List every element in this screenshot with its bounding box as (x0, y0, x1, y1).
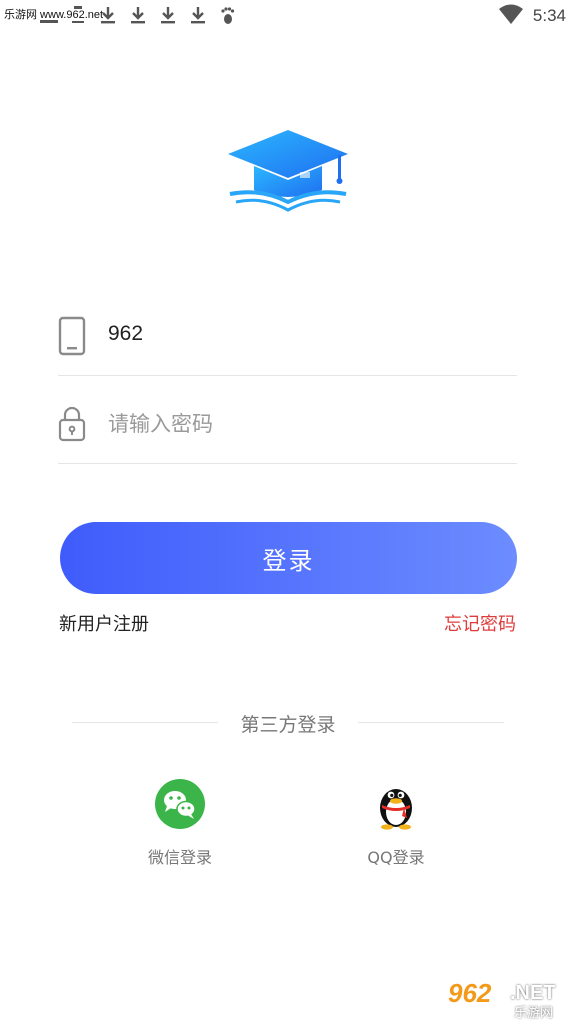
footprint-icon (220, 6, 236, 26)
graduation-cap-icon (228, 130, 348, 212)
qq-login-label: QQ登录 (367, 848, 425, 867)
phone-field[interactable]: 962 (58, 296, 517, 376)
wifi-icon (498, 4, 523, 28)
notification-bar-icon (40, 6, 58, 26)
notification-icons (40, 6, 236, 26)
phone-value[interactable]: 962 (108, 322, 143, 346)
qq-login-button[interactable]: QQ登录 (336, 778, 456, 868)
login-button[interactable]: 登录 (60, 522, 517, 594)
watermark-number: 962 (448, 978, 492, 1008)
download-icon (100, 6, 116, 26)
app-logo (226, 128, 350, 214)
phone-icon (58, 316, 86, 356)
wechat-login-button[interactable]: 微信登录 (120, 778, 240, 868)
wechat-icon[interactable] (154, 778, 206, 830)
status-bar: 乐游网 www.962.net 5:34 (0, 0, 576, 32)
lock-icon (58, 404, 86, 444)
qq-penguin-icon[interactable] (370, 778, 422, 830)
third-party-divider: 第三方登录 (72, 708, 504, 738)
password-input[interactable] (108, 406, 488, 442)
status-right: 5:34 (498, 4, 566, 28)
bottom-watermark: 962 .NET 乐游网 (440, 976, 572, 1021)
download-icon (190, 6, 206, 26)
forgot-password-link[interactable]: 忘记密码 (444, 610, 516, 636)
third-party-title: 第三方登录 (240, 714, 336, 736)
wechat-login-label: 微信登录 (147, 848, 212, 867)
divider-line-right (358, 722, 504, 723)
notification-bar-icon (70, 6, 86, 26)
register-link[interactable]: 新用户注册 (59, 610, 149, 636)
watermark-name: 乐游网 (514, 1006, 554, 1021)
download-icon (160, 6, 176, 26)
clock-time: 5:34 (532, 6, 566, 25)
password-field[interactable] (58, 384, 517, 464)
download-icon (130, 6, 146, 26)
